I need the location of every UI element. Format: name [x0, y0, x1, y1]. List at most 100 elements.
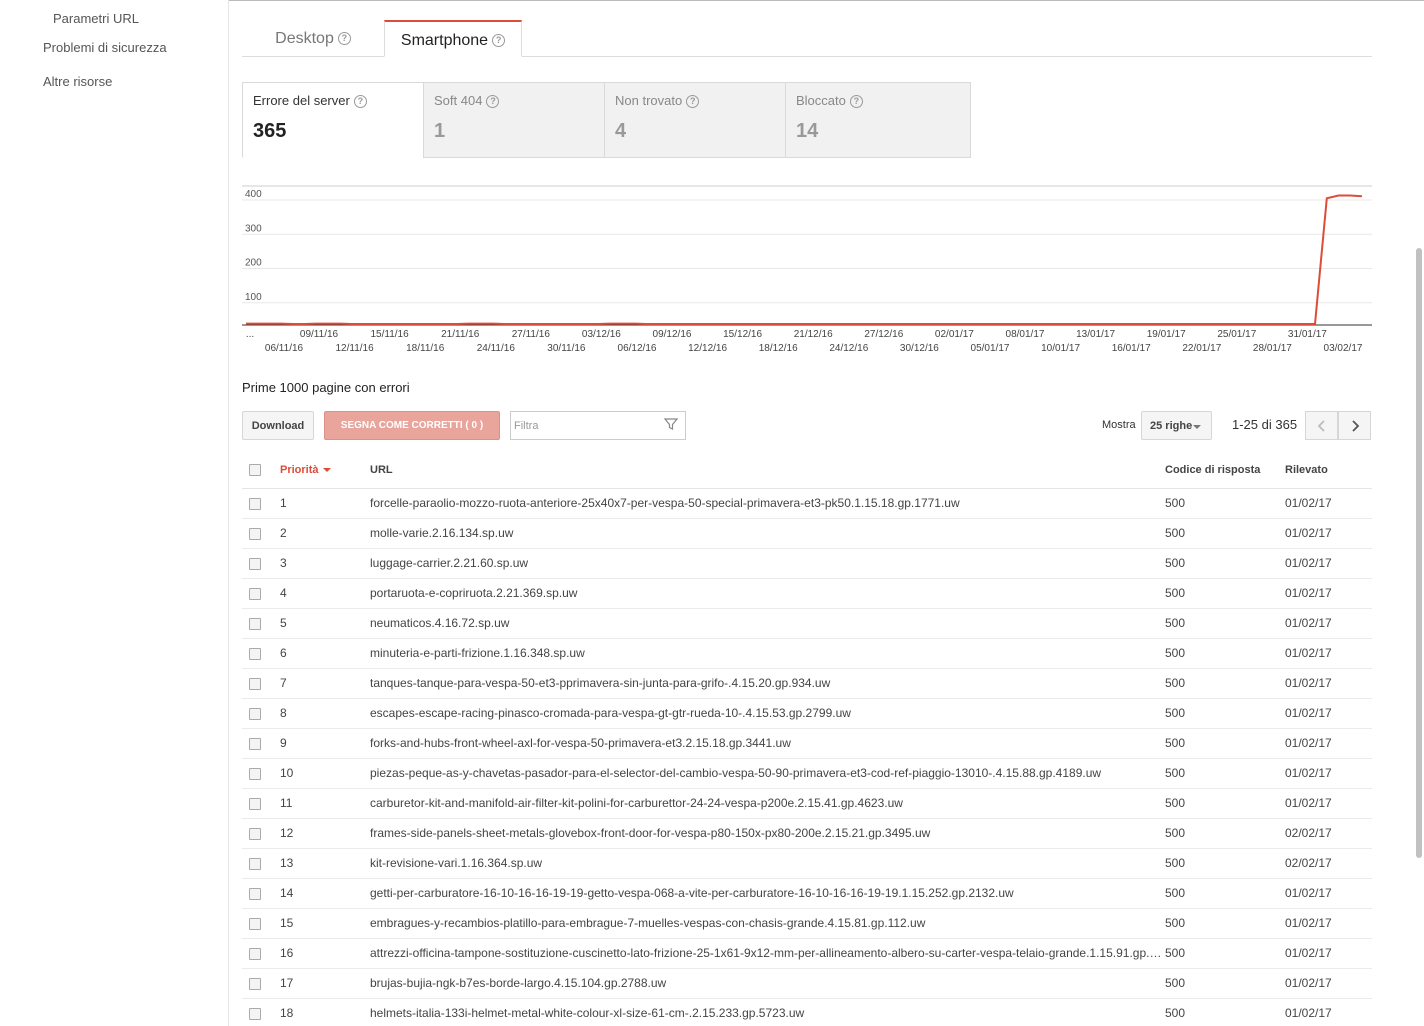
table-row[interactable]: 11 carburetor-kit-and-manifold-air-filter… — [242, 788, 1372, 819]
row-checkbox[interactable] — [249, 647, 261, 660]
table-row[interactable]: 14 getti-per-carburatore-16-10-16-16-19-1… — [242, 878, 1372, 909]
help-icon[interactable]: ? — [353, 95, 367, 109]
row-checkbox[interactable] — [249, 917, 261, 930]
row-url[interactable]: neumaticos.4.16.72.sp.uw — [370, 608, 1165, 639]
row-checkbox[interactable] — [249, 797, 261, 810]
row-priority: 15 — [280, 908, 370, 939]
row-checkbox[interactable] — [249, 677, 261, 690]
table-row[interactable]: 5 neumaticos.4.16.72.sp.uw 500 01/02/17 — [242, 608, 1372, 639]
row-url[interactable]: getti-per-carburatore-16-10-16-16-19-19-… — [370, 878, 1165, 909]
card-value: 14 — [796, 120, 819, 143]
row-url[interactable]: escapes-escape-racing-pinasco-cromada-pa… — [370, 698, 1165, 729]
table-row[interactable]: 2 molle-varie.2.16.134.sp.uw 500 01/02/17 — [242, 518, 1372, 549]
card-not-found[interactable]: Non trovato? 4 — [604, 82, 786, 158]
row-url[interactable]: frames-side-panels-sheet-metals-glovebox… — [370, 818, 1165, 849]
download-button[interactable]: Download — [242, 411, 314, 440]
x-tick-label: 18/12/16 — [759, 343, 798, 354]
select-all-checkbox[interactable] — [249, 463, 261, 476]
row-url[interactable]: forks-and-hubs-front-wheel-axl-for-vespa… — [370, 728, 1165, 759]
row-checkbox[interactable] — [249, 617, 261, 630]
table-row[interactable]: 12 frames-side-panels-sheet-metals-gloveb… — [242, 818, 1372, 849]
row-url[interactable]: kit-revisione-vari.1.16.364.sp.uw — [370, 848, 1165, 879]
row-checkbox[interactable] — [249, 947, 261, 960]
row-checkbox[interactable] — [249, 1007, 261, 1020]
table-row[interactable]: 7 tanques-tanque-para-vespa-50-et3-pprima… — [242, 668, 1372, 699]
table-row[interactable]: 10 piezas-peque-as-y-chavetas-pasador-par… — [242, 758, 1372, 789]
help-icon[interactable]: ? — [492, 34, 506, 48]
card-soft-404[interactable]: Soft 404? 1 — [423, 82, 605, 158]
priority-header[interactable]: Priorità — [280, 452, 370, 489]
row-checkbox[interactable] — [249, 707, 261, 720]
page-scrollbar[interactable] — [1416, 248, 1422, 858]
table-row[interactable]: 17 brujas-bujia-ngk-b7es-borde-largo.4.15… — [242, 968, 1372, 999]
row-checkbox[interactable] — [249, 977, 261, 990]
card-title: Non trovato — [615, 93, 683, 108]
row-checkbox[interactable] — [249, 497, 261, 510]
table-row[interactable]: 3 luggage-carrier.2.21.60.sp.uw 500 01/02/1… — [242, 548, 1372, 579]
row-url[interactable]: carburetor-kit-and-manifold-air-filter-k… — [370, 788, 1165, 819]
row-url[interactable]: portaruota-e-copriruota.2.21.369.sp.uw — [370, 578, 1165, 609]
row-select-cell — [242, 488, 280, 519]
row-url[interactable]: luggage-carrier.2.21.60.sp.uw — [370, 548, 1165, 579]
row-url[interactable]: helmets-italia-133i-helmet-metal-white-c… — [370, 998, 1165, 1026]
table-row[interactable]: 16 attrezzi-officina-tampone-sostituzione… — [242, 938, 1372, 969]
table-row[interactable]: 6 minuteria-e-parti-frizione.1.16.348.sp.… — [242, 638, 1372, 669]
row-checkbox[interactable] — [249, 557, 261, 570]
filter-input[interactable] — [510, 411, 686, 440]
table-row[interactable]: 9 forks-and-hubs-front-wheel-axl-for-vesp… — [242, 728, 1372, 759]
row-url[interactable]: attrezzi-officina-tampone-sostituzione-c… — [370, 938, 1165, 969]
row-url[interactable]: forcelle-paraolio-mozzo-ruota-anteriore-… — [370, 488, 1165, 519]
url-header[interactable]: URL — [370, 452, 1165, 489]
sidebar-item-security-issues[interactable]: Problemi di sicurezza — [43, 40, 167, 55]
card-server-error[interactable]: Errore del server? 365 — [242, 82, 424, 158]
table-row[interactable]: 8 escapes-escape-racing-pinasco-cromada-p… — [242, 698, 1372, 729]
row-url[interactable]: brujas-bujia-ngk-b7es-borde-largo.4.15.1… — [370, 968, 1165, 999]
help-icon[interactable]: ? — [686, 95, 700, 109]
row-detected-date: 01/02/17 — [1285, 488, 1372, 519]
filter-icon[interactable] — [664, 417, 678, 431]
table-row[interactable]: 18 helmets-italia-133i-helmet-metal-white… — [242, 998, 1372, 1026]
row-url[interactable]: molle-varie.2.16.134.sp.uw — [370, 518, 1165, 549]
x-tick-label: 30/11/16 — [547, 343, 586, 354]
help-icon[interactable]: ? — [486, 95, 500, 109]
row-checkbox[interactable] — [249, 527, 261, 540]
sidebar-item-url-parameters[interactable]: Parametri URL — [53, 11, 139, 26]
row-checkbox[interactable] — [249, 767, 261, 780]
tab-desktop[interactable]: Desktop? — [242, 20, 384, 57]
next-page-button[interactable] — [1338, 411, 1371, 440]
card-blocked[interactable]: Bloccato? 14 — [785, 82, 971, 158]
row-response-code: 500 — [1165, 698, 1285, 729]
help-icon[interactable]: ? — [337, 32, 351, 46]
x-tick-label: 02/01/17 — [935, 329, 974, 340]
row-url[interactable]: minuteria-e-parti-frizione.1.16.348.sp.u… — [370, 638, 1165, 669]
response-code-header[interactable]: Codice di risposta — [1165, 452, 1285, 489]
row-checkbox[interactable] — [249, 857, 261, 870]
table-row[interactable]: 4 portaruota-e-copriruota.2.21.369.sp.uw 5… — [242, 578, 1372, 609]
tab-smartphone[interactable]: Smartphone? — [384, 20, 522, 57]
row-checkbox[interactable] — [249, 737, 261, 750]
table-row[interactable]: 1 forcelle-paraolio-mozzo-ruota-anteriore… — [242, 488, 1372, 519]
row-url[interactable]: embragues-y-recambios-platillo-para-embr… — [370, 908, 1165, 939]
row-select-cell — [242, 818, 280, 849]
row-checkbox[interactable] — [249, 887, 261, 900]
detected-header[interactable]: Rilevato — [1285, 452, 1372, 489]
row-response-code: 500 — [1165, 578, 1285, 609]
table-row[interactable]: 15 embragues-y-recambios-platillo-para-em… — [242, 908, 1372, 939]
table-row[interactable]: 13 kit-revisione-vari.1.16.364.sp.uw 500 02… — [242, 848, 1372, 879]
row-detected-date: 01/02/17 — [1285, 698, 1372, 729]
row-checkbox[interactable] — [249, 587, 261, 600]
mark-as-fixed-button[interactable]: SEGNA COME CORRETTI ( 0 ) — [324, 411, 500, 440]
x-tick-label: 21/11/16 — [441, 329, 480, 340]
errors-line-chart: 400 300 200 100... 09/11/16 15/11/16 21/11/16 2… — [242, 185, 1372, 354]
row-url[interactable]: piezas-peque-as-y-chavetas-pasador-para-… — [370, 758, 1165, 789]
row-detected-date: 01/02/17 — [1285, 728, 1372, 759]
previous-page-button[interactable] — [1305, 411, 1338, 440]
x-tick-label: 31/01/17 — [1288, 329, 1327, 340]
row-url[interactable]: tanques-tanque-para-vespa-50-et3-pprimav… — [370, 668, 1165, 699]
row-checkbox[interactable] — [249, 827, 261, 840]
row-priority: 1 — [280, 488, 370, 519]
sidebar-item-other-resources[interactable]: Altre risorse — [43, 74, 112, 89]
row-response-code: 500 — [1165, 968, 1285, 999]
help-icon[interactable]: ? — [849, 95, 863, 109]
rows-per-page-select[interactable]: 25 righe — [1141, 411, 1212, 440]
